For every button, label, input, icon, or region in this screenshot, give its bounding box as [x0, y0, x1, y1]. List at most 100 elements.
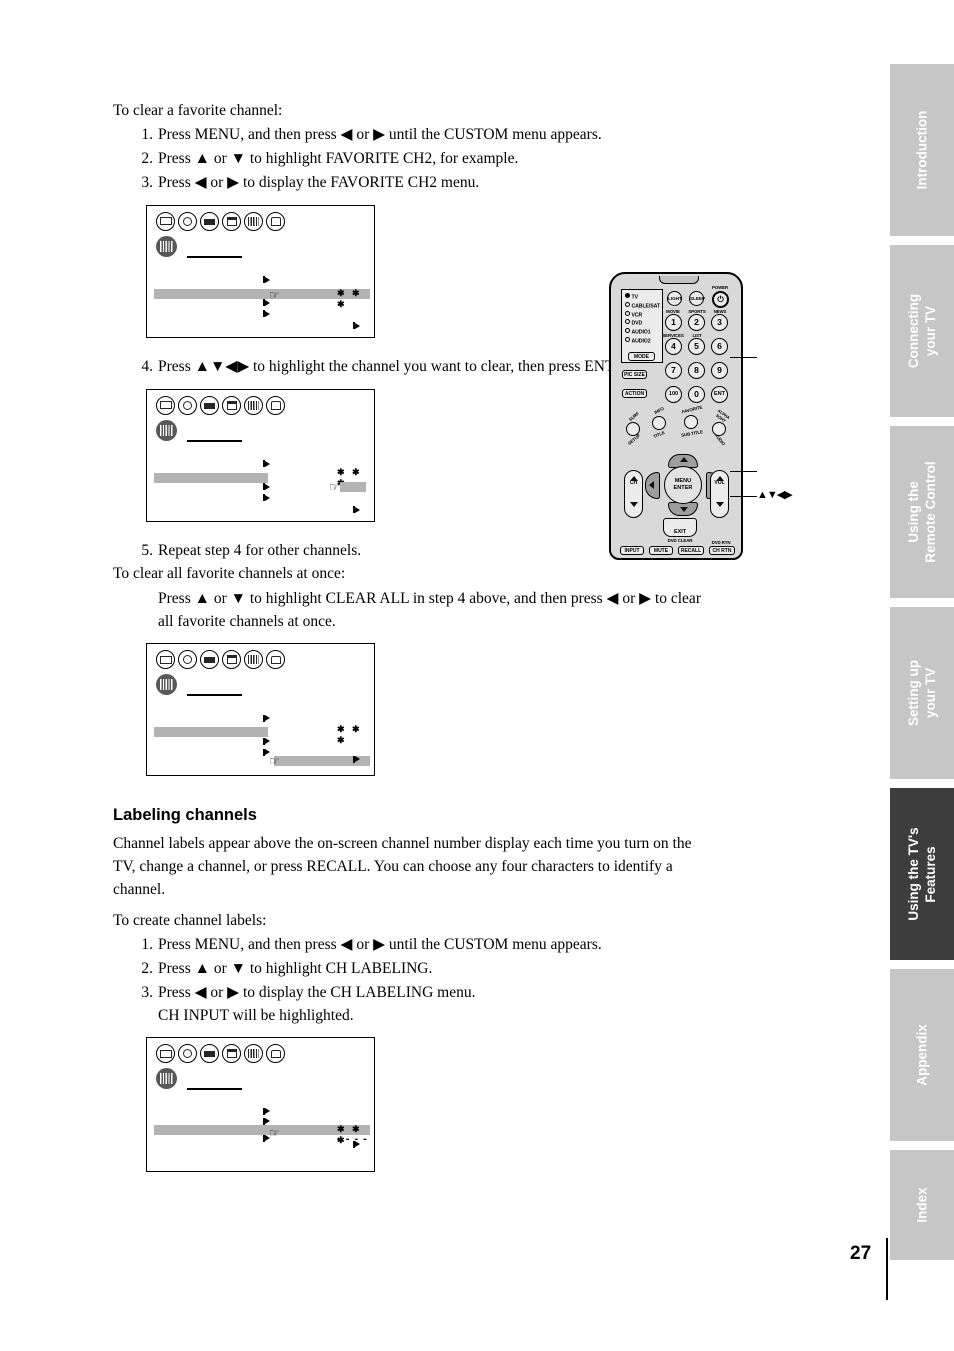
audio-icon — [178, 395, 197, 415]
step-text: Repeat step 4 for other channels. — [158, 541, 362, 559]
alpha-sort-audio-button[interactable] — [712, 422, 726, 436]
mode-label: CABLE/SAT — [631, 303, 661, 310]
favorite-subtitle-button[interactable] — [684, 415, 698, 429]
sleep-button[interactable]: SLEEP — [689, 291, 705, 306]
mode-dot-icon — [625, 336, 630, 342]
step-item: 1. Press MENU, and then press ◀ or ▶ unt… — [113, 124, 713, 147]
mode-row: AUDIO1 — [625, 328, 662, 337]
mode-dot-icon — [625, 328, 630, 334]
osd-row-marker — [353, 1140, 360, 1148]
mode-row: DVD — [625, 319, 662, 328]
osd-row-marker — [263, 737, 270, 745]
callout-line-enter — [730, 471, 757, 473]
step-item: 3. Press ◀ or ▶ to display the CH LABELI… — [113, 982, 713, 1028]
setup-icon — [222, 650, 241, 670]
step-number: 1. — [141, 936, 153, 954]
key-4[interactable]: 4 — [665, 338, 682, 355]
custom-icon — [244, 1044, 263, 1064]
key-6[interactable]: 6 — [711, 338, 728, 355]
osd-row-marker — [353, 322, 360, 330]
osd-row-marker — [263, 1117, 270, 1125]
video-icon — [200, 1044, 219, 1064]
step-item: 1. Press MENU, and then press ◀ or ▶ unt… — [113, 934, 713, 957]
osd-row-marker — [263, 460, 270, 468]
pic-size-button[interactable]: PIC SIZE — [622, 370, 647, 379]
mode-selector-list: TV CABLE/SAT VCR DVD AUDIO1 AUDIO2 MODE — [621, 289, 663, 363]
key-1[interactable]: 1 — [665, 314, 682, 331]
key-0[interactable]: 0 — [688, 386, 705, 403]
recall-button[interactable]: RECALL — [678, 546, 704, 555]
osd-screenshot-clear-all: ✱ ✱ ✱ — [146, 643, 375, 777]
osd-pointer-icon — [329, 482, 340, 492]
step-text: Press ▲ or ▼ to highlight CH LABELING. — [158, 960, 433, 977]
key-7[interactable]: 7 — [665, 362, 682, 379]
tab-setting-up-your-tv[interactable]: Setting up your TV — [890, 607, 954, 779]
mode-button[interactable]: MODE — [628, 352, 655, 361]
page-content: To clear a favorite channel: 1. Press ME… — [113, 100, 713, 1173]
key-9[interactable]: 9 — [711, 362, 728, 379]
action-button[interactable]: ACTION — [622, 389, 647, 398]
key-5[interactable]: 5 — [688, 338, 705, 355]
lock-icon — [266, 650, 285, 670]
mute-button[interactable]: MUTE — [649, 546, 673, 555]
callout-line-dpad — [730, 496, 757, 498]
osd-row-marker — [263, 276, 270, 284]
mode-label: AUDIO1 — [631, 329, 651, 336]
osd-screenshot-favorite-ch2: ✱ ✱ ✱ — [146, 204, 375, 338]
tab-appendix[interactable]: Appendix — [890, 969, 954, 1141]
step-item: 2. Press ▲ or ▼ to highlight FAVORITE CH… — [113, 148, 713, 171]
ch-rtn-button[interactable]: CH RTN — [709, 546, 735, 555]
surf-setup-button[interactable] — [626, 422, 640, 436]
step-number: 3. — [141, 174, 153, 192]
tab-introduction[interactable]: Introduction — [890, 64, 954, 236]
key-3[interactable]: 3 — [711, 314, 728, 331]
step-text: Press ▲▼◀▶ to highlight the channel you … — [158, 357, 639, 375]
labeling-channels-heading: Labeling channels — [113, 806, 257, 825]
clear-all-lead: To clear all favorite channels at once: — [113, 565, 346, 583]
power-label: POWER — [711, 285, 729, 290]
tab-using-the-remote-control[interactable]: Using the Remote Control — [890, 426, 954, 598]
setup-icon — [222, 1044, 241, 1064]
ch-down-arrow-icon — [630, 502, 638, 507]
mode-label: TV — [631, 294, 639, 301]
osd-value-stars: ✱ ✱ ✱ — [337, 287, 363, 309]
vol-down-arrow-icon — [716, 502, 724, 507]
osd-pointer-icon — [269, 1128, 280, 1138]
section-tabs: Introduction Connecting your TV Using th… — [890, 0, 954, 1351]
osd-screenshot-ch-labeling: ✱ ✱ ✱ - - - - — [146, 1037, 375, 1173]
tab-connecting-your-tv[interactable]: Connecting your TV — [890, 245, 954, 417]
osd-icon-row — [156, 211, 285, 231]
menu-enter-button[interactable]: MENU ENTER — [664, 466, 702, 504]
remote-control-illustration: TV CABLE/SAT VCR DVD AUDIO1 AUDIO2 MODE … — [604, 272, 757, 562]
footer-rule — [886, 1238, 888, 1300]
tab-using-the-tvs-features[interactable]: Using the TV's Features — [890, 788, 954, 960]
step-number: 4. — [141, 357, 153, 375]
osd-row-marker — [263, 1107, 270, 1115]
labeling-intro: Channel labels appear above the on-scree… — [113, 835, 692, 898]
power-button[interactable]: ⏻ — [712, 291, 729, 308]
input-button[interactable]: INPUT — [620, 546, 644, 555]
mode-label: AUDIO2 — [631, 338, 651, 345]
picture-icon — [156, 650, 175, 670]
dpad-left-arrow-icon — [649, 481, 654, 489]
key-2[interactable]: 2 — [688, 314, 705, 331]
key-100[interactable]: 100 — [665, 386, 682, 403]
key-8[interactable]: 8 — [688, 362, 705, 379]
direction-pad: MENU ENTER — [645, 454, 721, 516]
osd-row-marker — [353, 755, 360, 763]
step-number: 1. — [141, 126, 153, 144]
light-button[interactable]: LIGHT — [667, 291, 682, 306]
lock-icon — [266, 211, 285, 231]
osd-screenshot-channel-select: ✱ ✱ ✱ — [146, 388, 375, 522]
exit-button[interactable]: EXIT — [663, 518, 697, 537]
page-number: 27 — [850, 1243, 872, 1264]
osd-icon-row — [156, 395, 285, 415]
osd-title-underline — [187, 255, 242, 258]
info-title-button[interactable] — [652, 416, 666, 430]
create-labels-lead: To create channel labels: — [113, 911, 267, 929]
ch-up-arrow-icon — [630, 476, 638, 481]
video-icon — [200, 650, 219, 670]
mode-dot-icon — [625, 293, 630, 298]
tab-index[interactable]: Index — [890, 1150, 954, 1260]
key-enter[interactable]: ENT — [711, 386, 728, 403]
